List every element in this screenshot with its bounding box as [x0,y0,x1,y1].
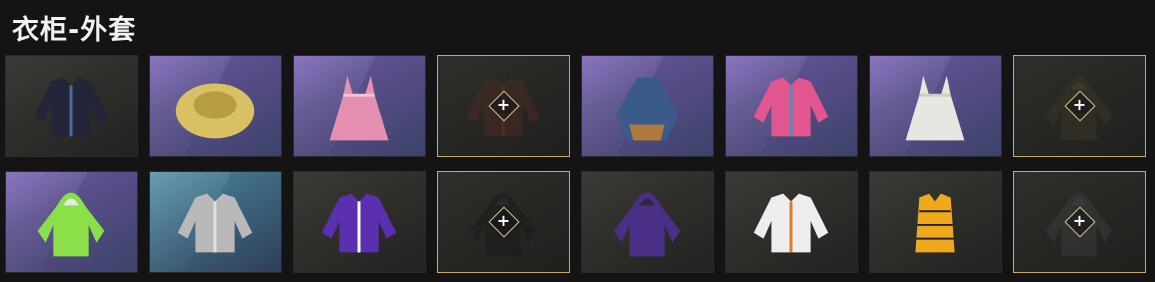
plus-icon: + [496,211,511,230]
hoodie-icon [37,192,105,257]
outfit-slot-yellow-puffer-vest[interactable] [869,171,1002,273]
fur-jacket-icon [175,83,255,139]
outfit-slot-purple-camo-anorak[interactable] [581,171,714,273]
plus-icon: + [1072,95,1087,114]
outfit-slot-empty-3[interactable]: + [437,171,570,273]
poncho-icon [615,77,679,141]
outfit-slot-orange-white-jacket[interactable] [725,171,858,273]
outfit-slot-dark-sweater[interactable] [5,55,138,157]
silver-jacket-icon [177,193,253,253]
dress-icon [905,75,965,141]
dress-coat-icon [329,75,389,141]
outfit-slot-empty-4[interactable]: + [1013,171,1146,273]
outfit-slot-blue-poncho[interactable] [581,55,714,157]
sweater-icon [33,77,109,137]
outfit-slot-silver-jacket[interactable] [149,171,282,273]
track-jacket-icon [321,193,397,253]
outfit-grid: + + + + [0,0,1155,282]
outfit-slot-empty-2[interactable]: + [1013,55,1146,157]
outfit-slot-pink-crop-top[interactable] [725,55,858,157]
plus-icon: + [1072,211,1087,230]
outfit-slot-pink-dress-coat[interactable] [293,55,426,157]
outfit-slot-green-hoodie[interactable] [5,171,138,273]
racing-jacket-icon [753,193,829,253]
outfit-slot-white-dress[interactable] [869,55,1002,157]
plus-icon: + [496,95,511,114]
puffer-vest-icon [915,193,955,253]
outfit-slot-empty-1[interactable]: + [437,55,570,157]
crop-top-icon [753,77,829,137]
outfit-slot-yellow-fur-jacket[interactable] [149,55,282,157]
outfit-slot-purple-track-jacket[interactable] [293,171,426,273]
anorak-icon [613,192,681,257]
